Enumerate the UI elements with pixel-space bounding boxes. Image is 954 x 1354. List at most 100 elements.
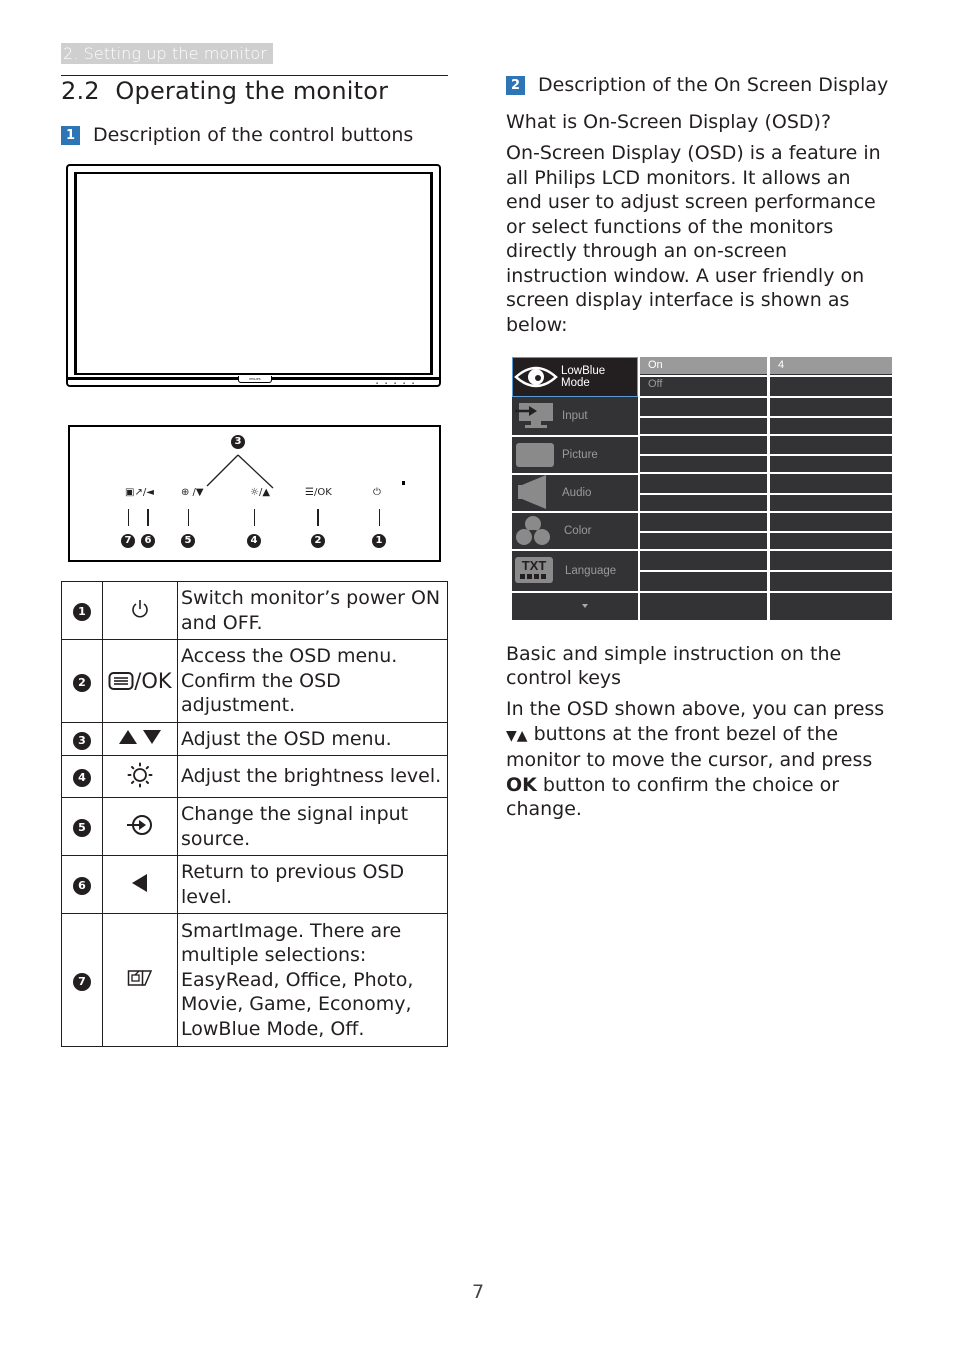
callout-2: 2 [311,534,325,548]
input-source-icon [127,814,152,835]
back-arrow-icon [132,873,147,892]
row-description: Change the signal input source. [177,797,448,856]
osd-menu-label: Language [565,565,617,577]
osd-submenu-column: On Off [640,357,767,620]
page-number: 7 [472,1281,485,1303]
color-icon [516,516,550,545]
tick-4 [254,509,255,526]
row-description: Adjust the brightness level. [177,755,448,798]
osd-screenshot: LowBlue Mode Input Picture Audio Color T… [512,357,892,620]
osd-menu-item-language: TXT Language [512,551,638,591]
brightness-icon [127,762,153,787]
subsection-title: Description of the On Screen Display [538,74,889,96]
brightness-up-button-label: ☼/▲ [250,487,271,498]
audio-icon [518,475,546,509]
smartimage-back-button-label: ▣↗/◄ [125,487,154,498]
row-description: Access the OSD menu. Confirm the OSD adj… [177,639,448,723]
table-row: 3 Adjust the OSD menu. [61,722,448,756]
monitor-screen [74,172,433,375]
callout-4: 4 [247,534,261,548]
tick-1 [379,509,380,526]
row-number: 1 [73,603,91,621]
osd-value-column: 4 [770,357,892,620]
callout-line-up [237,454,274,489]
monitor-front-illustration: PHILIPS ▪ ▪ ▪ ▪ ▪ [66,164,441,387]
subsection-heading-osd: 2 Description of the On Screen Display [506,73,888,97]
running-head: 2. Setting up the monitor [61,43,273,64]
up-down-arrows-icon [119,730,161,744]
callout-7: 7 [121,534,135,548]
power-led [402,481,405,485]
language-icon: TXT [515,557,553,583]
table-row: 6 Return to previous OSD level. [61,855,448,914]
row-description: SmartImage. There are multiple selection… [177,913,448,1047]
callout-3: 3 [231,435,245,449]
osd-main-menu: LowBlue Mode Input Picture Audio Color T… [512,357,639,620]
input-icon [515,403,553,428]
row-number: 6 [73,877,91,895]
row-number: 3 [73,731,91,750]
row-description: Return to previous OSD level. [177,855,448,914]
scroll-down-arrow-icon [582,604,588,608]
row-description: Adjust the OSD menu. [177,722,448,756]
tick-7 [128,509,129,526]
menu-icon [108,672,134,690]
callout-line-down [206,454,239,487]
osd-menu-label: Input [562,410,588,422]
row-number: 4 [73,769,91,787]
smartimage-icon [127,970,153,986]
subsection-heading-control-buttons: 1 Description of the control buttons [61,123,413,147]
osd-menu-item-lowblue: LowBlue Mode [512,357,638,397]
control-buttons-table: 1 Switch monitor’s power ON and OFF. 2 /… [61,581,448,1047]
osd-menu-label: Audio [562,487,592,499]
power-led [427,377,429,380]
what-is-osd-heading: What is On-Screen Display (OSD)? [506,111,832,133]
osd-option: Off [648,378,663,390]
subsection-title: Description of the control buttons [93,124,414,146]
table-row: 5 Change the signal input source. [61,797,448,856]
input-down-button-label: ⊕ /▼ [181,487,204,498]
osd-menu-scroll [512,593,638,620]
osd-menu-label: Picture [562,449,598,461]
osd-menu-item-input: Input [512,397,638,435]
tick-6 [147,509,149,526]
osd-menu-label: Color [564,525,592,537]
row-number: 5 [73,819,91,837]
subsection-number-badge: 1 [61,125,80,145]
down-up-arrows-icon: ▼▲ [506,727,528,744]
power-icon [132,599,148,617]
tick-2 [317,509,319,526]
ok-label: /OK [134,669,172,693]
table-row: 7 SmartImage. There are multiple selecti… [61,913,448,1047]
table-row: 2 /OK Access the OSD menu. Confirm the O… [61,639,448,723]
row-number: 2 [73,673,91,692]
callout-1: 1 [372,534,386,548]
osd-option-selected: On [640,357,767,374]
subsection-number-badge: 2 [506,75,525,95]
section-title: 2.2 Operating the monitor [61,77,389,105]
brand-logo: PHILIPS [238,376,272,383]
bezel-buttons: ▪ ▪ ▪ ▪ ▪ [376,381,417,385]
callout-5: 5 [181,534,195,548]
osd-menu-label: LowBlue Mode [561,365,606,389]
osd-menu-item-picture: Picture [512,437,638,473]
osd-value: 4 [770,357,892,374]
basic-instruction-heading: Basic and simple instruction on the cont… [506,643,842,689]
power-button-label: ⏻ [373,487,381,498]
picture-icon [516,443,554,467]
osd-menu-item-color: Color [512,513,638,549]
basic-instruction-paragraph: In the OSD shown above, you can press ▼▲… [506,698,885,820]
control-button-panel-diagram: 3 ▣↗/◄ ⊕ /▼ ☼/▲ ☰/OK ⏻ 7 6 5 4 2 1 [68,425,441,562]
table-row: 1 Switch monitor’s power ON and OFF. [61,581,448,640]
row-number: 7 [73,972,91,991]
row-description: Switch monitor’s power ON and OFF. [177,581,448,640]
callout-6: 6 [141,534,155,548]
svg-text:TXT: TXT [522,558,547,573]
ok-key-label: OK [506,773,537,796]
osd-menu-item-audio: Audio [512,475,638,511]
eye-icon [514,366,558,388]
tick-5 [188,509,189,526]
what-is-osd-paragraph: On-Screen Display (OSD) is a feature in … [506,142,881,336]
menu-ok-button-label: ☰/OK [305,487,332,498]
table-row: 4 Adjust the brightness level. [61,755,448,798]
